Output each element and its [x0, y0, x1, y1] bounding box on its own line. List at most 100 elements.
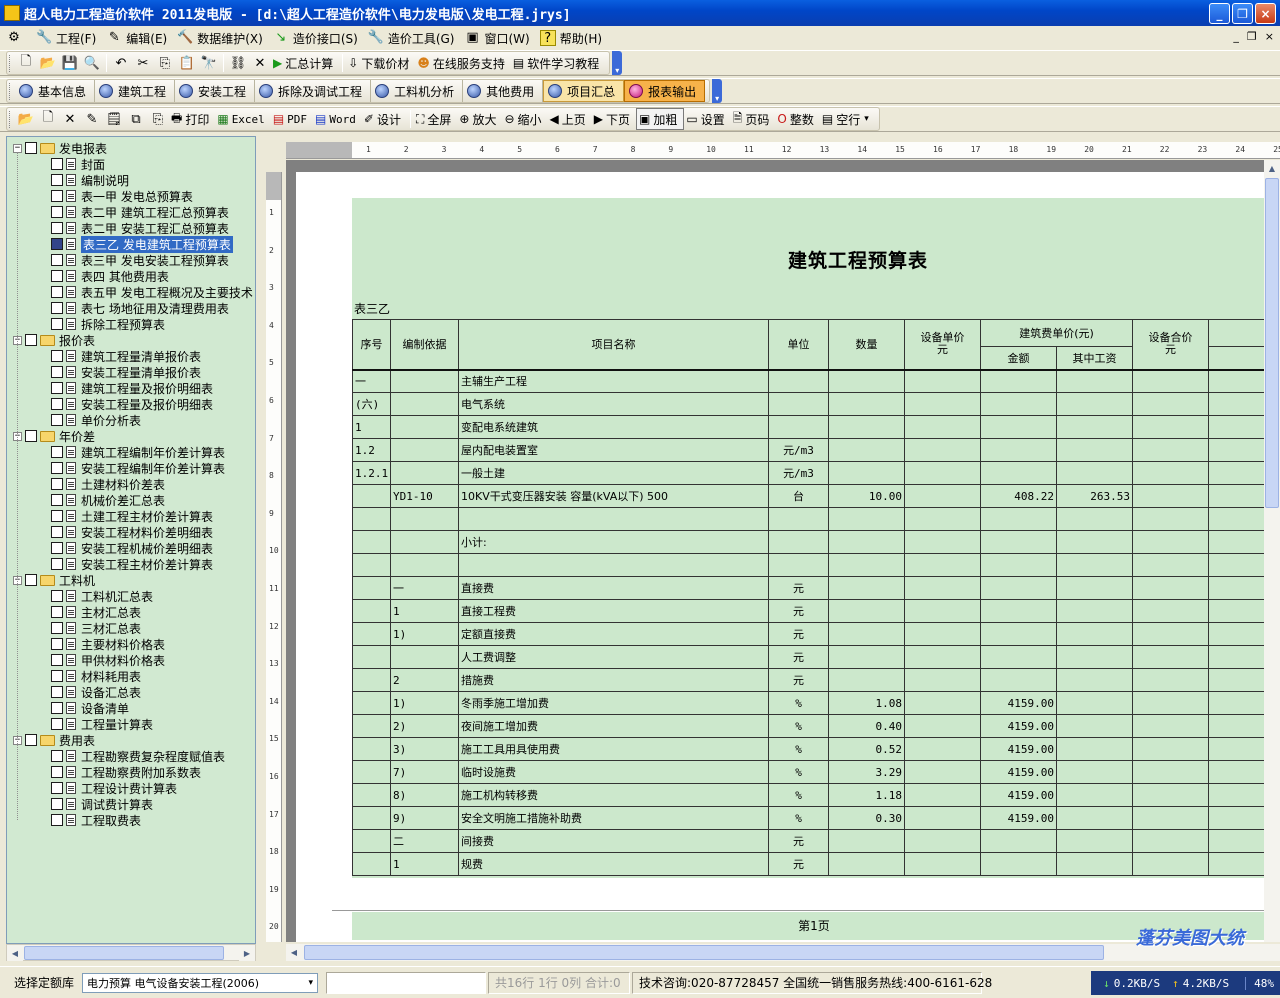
- cell-empty[interactable]: [1132, 760, 1209, 784]
- cell-name[interactable]: 定额直接费: [458, 622, 769, 646]
- cell-labor[interactable]: [1056, 737, 1133, 761]
- table-row[interactable]: 一 主辅生产工程: [352, 368, 1264, 393]
- cell-empty[interactable]: [1132, 783, 1209, 807]
- cell-empty[interactable]: [1208, 576, 1264, 600]
- page-settings-button[interactable]: ▭ 设置: [684, 108, 730, 130]
- cell-unit[interactable]: %: [768, 806, 829, 830]
- cell-labor[interactable]: [1056, 392, 1133, 416]
- cell-empty[interactable]: [1208, 530, 1264, 554]
- tree-item[interactable]: 设备汇总表: [51, 684, 141, 700]
- prev-page-button[interactable]: ◀ 上页: [548, 108, 592, 130]
- cell-unit[interactable]: [768, 553, 829, 577]
- cell-basis[interactable]: [390, 392, 459, 416]
- menu-window[interactable]: ▣ 窗口(W): [464, 30, 529, 47]
- tree-checkbox[interactable]: [25, 142, 37, 154]
- cell-empty[interactable]: [1208, 691, 1264, 715]
- tree-item[interactable]: 安装工程材料价差明细表: [51, 524, 213, 540]
- tree-item[interactable]: 安装工程量及报价明细表: [51, 396, 213, 412]
- cell-seq[interactable]: [352, 714, 391, 738]
- cell-basis[interactable]: 1): [390, 691, 459, 715]
- cell-name[interactable]: 变配电系统建筑: [458, 415, 769, 439]
- tree-item[interactable]: 安装工程机械价差明细表: [51, 540, 213, 556]
- cell-empty[interactable]: [1208, 415, 1264, 439]
- tree-item[interactable]: 机械价差汇总表: [51, 492, 165, 508]
- cell-name[interactable]: 施工工具用具使用费: [458, 737, 769, 761]
- menu-tools[interactable]: 🔧 造价工具(G): [368, 30, 455, 47]
- table-row[interactable]: 8) 施工机构转移费% 1.18 4159.00: [352, 783, 1264, 807]
- cell-qty[interactable]: 0.52: [828, 737, 905, 761]
- delete-icon[interactable]: ✕: [250, 53, 270, 73]
- cell-name[interactable]: 主辅生产工程: [458, 368, 769, 393]
- cell-basis[interactable]: YD1-10: [390, 484, 459, 508]
- cell-empty[interactable]: [904, 530, 981, 554]
- cell-empty[interactable]: [1208, 806, 1264, 830]
- tree-checkbox[interactable]: [51, 414, 63, 426]
- pdf-button[interactable]: ▤ PDF: [271, 108, 313, 130]
- cell-unit[interactable]: [768, 392, 829, 416]
- table-row[interactable]: 7) 临时设施费% 3.29 4159.00: [352, 760, 1264, 784]
- tree-checkbox[interactable]: [25, 334, 37, 346]
- tree-checkbox[interactable]: [51, 398, 63, 410]
- cell-basis[interactable]: 1: [390, 852, 459, 876]
- cell-labor[interactable]: 263.53: [1056, 484, 1133, 508]
- cell-amount[interactable]: [980, 852, 1057, 876]
- cell-empty[interactable]: [904, 691, 981, 715]
- tree-item[interactable]: 工程勘察费复杂程度赋值表: [51, 748, 225, 764]
- bold-button[interactable]: ▣ 加粗: [636, 108, 685, 130]
- cell-labor[interactable]: [1056, 714, 1133, 738]
- cell-empty[interactable]: [1208, 829, 1264, 853]
- cell-seq[interactable]: [352, 829, 391, 853]
- menu-help[interactable]: ? 帮助(H): [539, 30, 602, 47]
- cell-basis[interactable]: 2): [390, 714, 459, 738]
- cell-seq[interactable]: [352, 507, 391, 531]
- cell-name[interactable]: 电气系统: [458, 392, 769, 416]
- cell-qty[interactable]: [828, 368, 905, 393]
- undo-icon[interactable]: ↶: [111, 53, 131, 73]
- table-row[interactable]: 一直接费元: [352, 576, 1264, 600]
- cell-unit[interactable]: 元: [768, 645, 829, 669]
- cell-empty[interactable]: [904, 507, 981, 531]
- cell-empty[interactable]: [1132, 599, 1209, 623]
- tab-3[interactable]: 拆除及调试工程: [255, 80, 372, 102]
- tree-item[interactable]: 单价分析表: [51, 412, 141, 428]
- cell-basis[interactable]: 8): [390, 783, 459, 807]
- tree-item[interactable]: 编制说明: [51, 172, 129, 188]
- cell-labor[interactable]: [1056, 829, 1133, 853]
- tree-item[interactable]: 安装工程量清单报价表: [51, 364, 201, 380]
- cell-labor[interactable]: [1056, 645, 1133, 669]
- tree-item[interactable]: 表四 其他费用表: [51, 268, 169, 284]
- cell-labor[interactable]: [1056, 368, 1133, 393]
- tree-checkbox[interactable]: [51, 686, 63, 698]
- cell-amount[interactable]: [980, 507, 1057, 531]
- tree-group[interactable]: − 发电报表: [13, 140, 107, 156]
- cell-seq[interactable]: [352, 760, 391, 784]
- table-row[interactable]: [352, 507, 1264, 531]
- cell-empty[interactable]: [1132, 553, 1209, 577]
- cell-qty[interactable]: [828, 829, 905, 853]
- cell-basis[interactable]: [390, 415, 459, 439]
- cell-labor[interactable]: [1056, 438, 1133, 462]
- cell-empty[interactable]: [904, 392, 981, 416]
- cell-name[interactable]: 小计:: [458, 530, 769, 554]
- cell-basis[interactable]: 二: [390, 829, 459, 853]
- cell-name[interactable]: 施工机构转移费: [458, 783, 769, 807]
- cell-labor[interactable]: [1056, 530, 1133, 554]
- cell-empty[interactable]: [1132, 737, 1209, 761]
- table-row[interactable]: 3) 施工工具用具使用费% 0.52 4159.00: [352, 737, 1264, 761]
- cell-empty[interactable]: [904, 415, 981, 439]
- scroll-right-icon[interactable]: ▶: [239, 945, 255, 961]
- tree-checkbox[interactable]: [51, 766, 63, 778]
- cell-basis[interactable]: 1): [390, 622, 459, 646]
- cell-name[interactable]: 措施费: [458, 668, 769, 692]
- table-row[interactable]: 2 措施费元: [352, 668, 1264, 692]
- tree-checkbox[interactable]: [51, 350, 63, 362]
- minimize-button[interactable]: _: [1209, 3, 1230, 24]
- cell-empty[interactable]: [904, 737, 981, 761]
- tutorial-button[interactable]: ▤ 软件学习教程: [511, 52, 605, 74]
- cell-seq[interactable]: [352, 484, 391, 508]
- cell-basis[interactable]: [390, 530, 459, 554]
- preview-horizontal-scrollbar[interactable]: ◀: [286, 944, 1280, 961]
- cell-empty[interactable]: [1132, 392, 1209, 416]
- new-file-icon[interactable]: 🗋: [16, 53, 36, 73]
- cell-unit[interactable]: 元: [768, 599, 829, 623]
